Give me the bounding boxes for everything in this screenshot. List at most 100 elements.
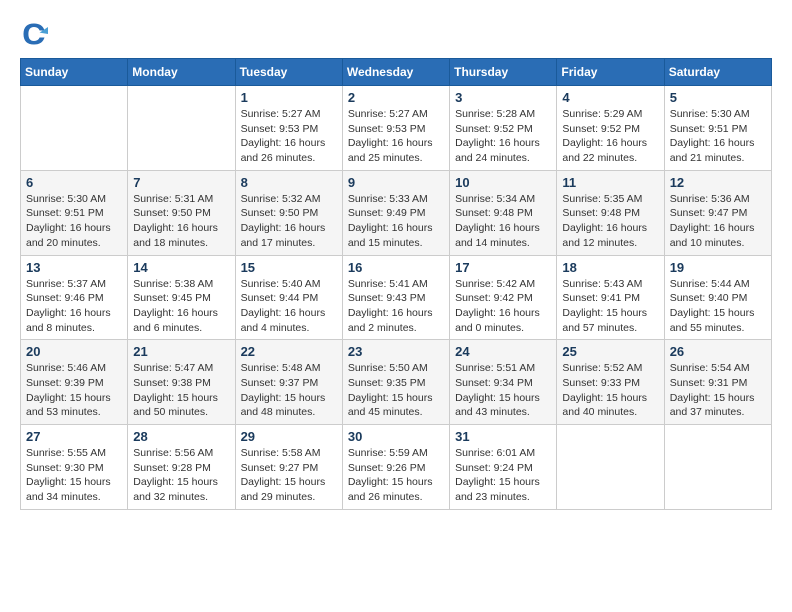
calendar-cell: 16Sunrise: 5:41 AMSunset: 9:43 PMDayligh… xyxy=(342,255,449,340)
day-number: 13 xyxy=(26,260,122,275)
day-number: 2 xyxy=(348,90,444,105)
calendar-cell xyxy=(21,86,128,171)
cell-info-text: Sunset: 9:42 PM xyxy=(455,291,551,306)
calendar-cell: 6Sunrise: 5:30 AMSunset: 9:51 PMDaylight… xyxy=(21,170,128,255)
cell-info-text: Sunrise: 5:34 AM xyxy=(455,192,551,207)
cell-info-text: Sunrise: 5:28 AM xyxy=(455,107,551,122)
calendar-cell: 20Sunrise: 5:46 AMSunset: 9:39 PMDayligh… xyxy=(21,340,128,425)
day-number: 17 xyxy=(455,260,551,275)
cell-info-text: Daylight: 16 hours and 12 minutes. xyxy=(562,221,658,250)
cell-info-text: Daylight: 16 hours and 10 minutes. xyxy=(670,221,766,250)
calendar-cell: 2Sunrise: 5:27 AMSunset: 9:53 PMDaylight… xyxy=(342,86,449,171)
day-number: 8 xyxy=(241,175,337,190)
day-number: 1 xyxy=(241,90,337,105)
weekday-header-tuesday: Tuesday xyxy=(235,59,342,86)
calendar-cell: 15Sunrise: 5:40 AMSunset: 9:44 PMDayligh… xyxy=(235,255,342,340)
cell-info-text: Sunrise: 5:46 AM xyxy=(26,361,122,376)
day-number: 30 xyxy=(348,429,444,444)
cell-info-text: Sunset: 9:28 PM xyxy=(133,461,229,476)
cell-info-text: Daylight: 16 hours and 14 minutes. xyxy=(455,221,551,250)
cell-info-text: Daylight: 16 hours and 21 minutes. xyxy=(670,136,766,165)
cell-info-text: Sunrise: 5:51 AM xyxy=(455,361,551,376)
cell-info-text: Sunrise: 5:29 AM xyxy=(562,107,658,122)
calendar-cell: 4Sunrise: 5:29 AMSunset: 9:52 PMDaylight… xyxy=(557,86,664,171)
cell-info-text: Sunrise: 5:33 AM xyxy=(348,192,444,207)
cell-info-text: Sunset: 9:48 PM xyxy=(455,206,551,221)
calendar-cell: 26Sunrise: 5:54 AMSunset: 9:31 PMDayligh… xyxy=(664,340,771,425)
cell-info-text: Sunset: 9:33 PM xyxy=(562,376,658,391)
cell-info-text: Daylight: 16 hours and 20 minutes. xyxy=(26,221,122,250)
cell-info-text: Sunrise: 5:41 AM xyxy=(348,277,444,292)
cell-info-text: Sunrise: 6:01 AM xyxy=(455,446,551,461)
cell-info-text: Sunset: 9:43 PM xyxy=(348,291,444,306)
cell-info-text: Sunset: 9:35 PM xyxy=(348,376,444,391)
calendar-table: SundayMondayTuesdayWednesdayThursdayFrid… xyxy=(20,58,772,510)
weekday-header-saturday: Saturday xyxy=(664,59,771,86)
cell-info-text: Daylight: 16 hours and 15 minutes. xyxy=(348,221,444,250)
day-number: 10 xyxy=(455,175,551,190)
calendar-cell: 1Sunrise: 5:27 AMSunset: 9:53 PMDaylight… xyxy=(235,86,342,171)
day-number: 7 xyxy=(133,175,229,190)
day-number: 24 xyxy=(455,344,551,359)
cell-info-text: Sunset: 9:41 PM xyxy=(562,291,658,306)
logo xyxy=(20,20,52,48)
weekday-header-friday: Friday xyxy=(557,59,664,86)
calendar-cell: 24Sunrise: 5:51 AMSunset: 9:34 PMDayligh… xyxy=(450,340,557,425)
cell-info-text: Sunrise: 5:40 AM xyxy=(241,277,337,292)
day-number: 31 xyxy=(455,429,551,444)
day-number: 16 xyxy=(348,260,444,275)
cell-info-text: Sunset: 9:39 PM xyxy=(26,376,122,391)
cell-info-text: Daylight: 15 hours and 34 minutes. xyxy=(26,475,122,504)
calendar-cell: 8Sunrise: 5:32 AMSunset: 9:50 PMDaylight… xyxy=(235,170,342,255)
day-number: 21 xyxy=(133,344,229,359)
cell-info-text: Sunrise: 5:30 AM xyxy=(670,107,766,122)
cell-info-text: Sunset: 9:52 PM xyxy=(562,122,658,137)
cell-info-text: Daylight: 15 hours and 53 minutes. xyxy=(26,391,122,420)
calendar-cell: 25Sunrise: 5:52 AMSunset: 9:33 PMDayligh… xyxy=(557,340,664,425)
calendar-cell xyxy=(128,86,235,171)
cell-info-text: Daylight: 16 hours and 26 minutes. xyxy=(241,136,337,165)
cell-info-text: Sunset: 9:50 PM xyxy=(241,206,337,221)
logo-icon xyxy=(20,20,48,48)
calendar-cell: 17Sunrise: 5:42 AMSunset: 9:42 PMDayligh… xyxy=(450,255,557,340)
cell-info-text: Daylight: 15 hours and 29 minutes. xyxy=(241,475,337,504)
cell-info-text: Sunrise: 5:35 AM xyxy=(562,192,658,207)
day-number: 22 xyxy=(241,344,337,359)
cell-info-text: Sunrise: 5:36 AM xyxy=(670,192,766,207)
cell-info-text: Sunrise: 5:59 AM xyxy=(348,446,444,461)
cell-info-text: Sunrise: 5:43 AM xyxy=(562,277,658,292)
day-number: 26 xyxy=(670,344,766,359)
calendar-week-row: 20Sunrise: 5:46 AMSunset: 9:39 PMDayligh… xyxy=(21,340,772,425)
calendar-cell: 5 Sunrise: 5:30 AMSunset: 9:51 PMDaylight… xyxy=(664,86,771,171)
cell-info-text: Sunset: 9:48 PM xyxy=(562,206,658,221)
calendar-cell: 21Sunrise: 5:47 AMSunset: 9:38 PMDayligh… xyxy=(128,340,235,425)
day-number: 29 xyxy=(241,429,337,444)
calendar-cell: 12Sunrise: 5:36 AMSunset: 9:47 PMDayligh… xyxy=(664,170,771,255)
cell-info-text: Sunset: 9:51 PM xyxy=(670,122,766,137)
cell-info-text: Daylight: 15 hours and 57 minutes. xyxy=(562,306,658,335)
day-number: 23 xyxy=(348,344,444,359)
calendar-week-row: 6Sunrise: 5:30 AMSunset: 9:51 PMDaylight… xyxy=(21,170,772,255)
calendar-week-row: 1Sunrise: 5:27 AMSunset: 9:53 PMDaylight… xyxy=(21,86,772,171)
cell-info-text: Sunrise: 5:42 AM xyxy=(455,277,551,292)
cell-info-text: Sunset: 9:34 PM xyxy=(455,376,551,391)
day-number: 14 xyxy=(133,260,229,275)
cell-info-text: Daylight: 15 hours and 26 minutes. xyxy=(348,475,444,504)
calendar-cell: 18Sunrise: 5:43 AMSunset: 9:41 PMDayligh… xyxy=(557,255,664,340)
calendar-cell xyxy=(664,425,771,510)
cell-info-text: Daylight: 15 hours and 32 minutes. xyxy=(133,475,229,504)
day-number: 25 xyxy=(562,344,658,359)
cell-info-text: Sunrise: 5:54 AM xyxy=(670,361,766,376)
day-number: 28 xyxy=(133,429,229,444)
day-number: 5 xyxy=(670,90,766,105)
cell-info-text: Sunrise: 5:52 AM xyxy=(562,361,658,376)
cell-info-text: Daylight: 15 hours and 55 minutes. xyxy=(670,306,766,335)
cell-info-text: Sunset: 9:26 PM xyxy=(348,461,444,476)
cell-info-text: Sunset: 9:44 PM xyxy=(241,291,337,306)
cell-info-text: Sunset: 9:31 PM xyxy=(670,376,766,391)
day-number: 4 xyxy=(562,90,658,105)
calendar-cell: 11Sunrise: 5:35 AMSunset: 9:48 PMDayligh… xyxy=(557,170,664,255)
calendar-cell: 27Sunrise: 5:55 AMSunset: 9:30 PMDayligh… xyxy=(21,425,128,510)
calendar-cell: 19Sunrise: 5:44 AMSunset: 9:40 PMDayligh… xyxy=(664,255,771,340)
cell-info-text: Sunrise: 5:48 AM xyxy=(241,361,337,376)
